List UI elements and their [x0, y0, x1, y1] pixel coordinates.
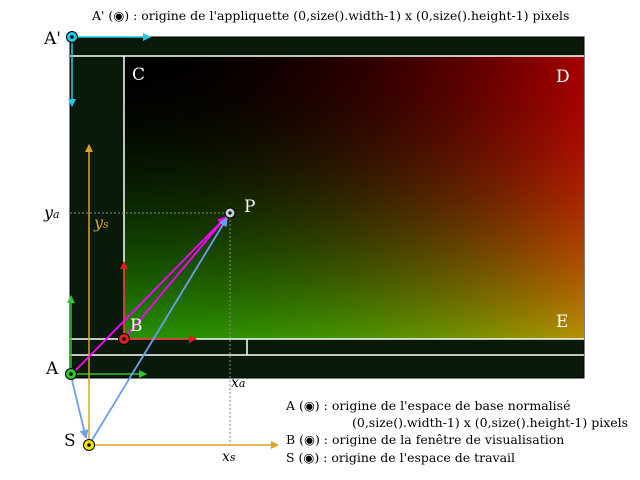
visualisation-window — [124, 56, 584, 339]
label-P: P — [244, 197, 255, 217]
legend-line-A: A (◉) : origine de l'espace de base norm… — [285, 398, 570, 413]
label-C: C — [132, 65, 145, 85]
label-E: E — [556, 312, 568, 332]
axis-label-ya: ya — [43, 203, 60, 222]
origin-A-marker — [65, 368, 77, 380]
origin-B-marker — [118, 333, 130, 345]
label-A-prime: A' — [43, 29, 61, 49]
coordinate-diagram: A' (◉) : origine de l'appliquette (0,siz… — [43, 8, 628, 465]
vector-A-to-S — [70, 375, 89, 439]
origin-S-marker — [83, 439, 95, 451]
legend-line-S: S (◉) : origine de l'espace de travail — [286, 450, 515, 465]
label-A: A — [45, 359, 59, 379]
legend-line-B: B (◉) : origine de la fenêtre de visuali… — [286, 432, 564, 447]
axis-label-xs: xs — [222, 449, 236, 465]
axis-label-xa: xa — [231, 375, 245, 391]
caption-top: A' (◉) : origine de l'appliquette (0,siz… — [91, 8, 569, 23]
legend-line-A-range: (0,size().width-1) x (0,size().height-1)… — [352, 415, 628, 430]
origin-A-prime-marker — [66, 31, 78, 43]
label-S: S — [64, 431, 76, 451]
legend: A (◉) : origine de l'espace de base norm… — [285, 398, 628, 465]
label-D: D — [556, 67, 570, 87]
label-B: B — [130, 316, 143, 336]
point-P-marker — [224, 207, 236, 219]
